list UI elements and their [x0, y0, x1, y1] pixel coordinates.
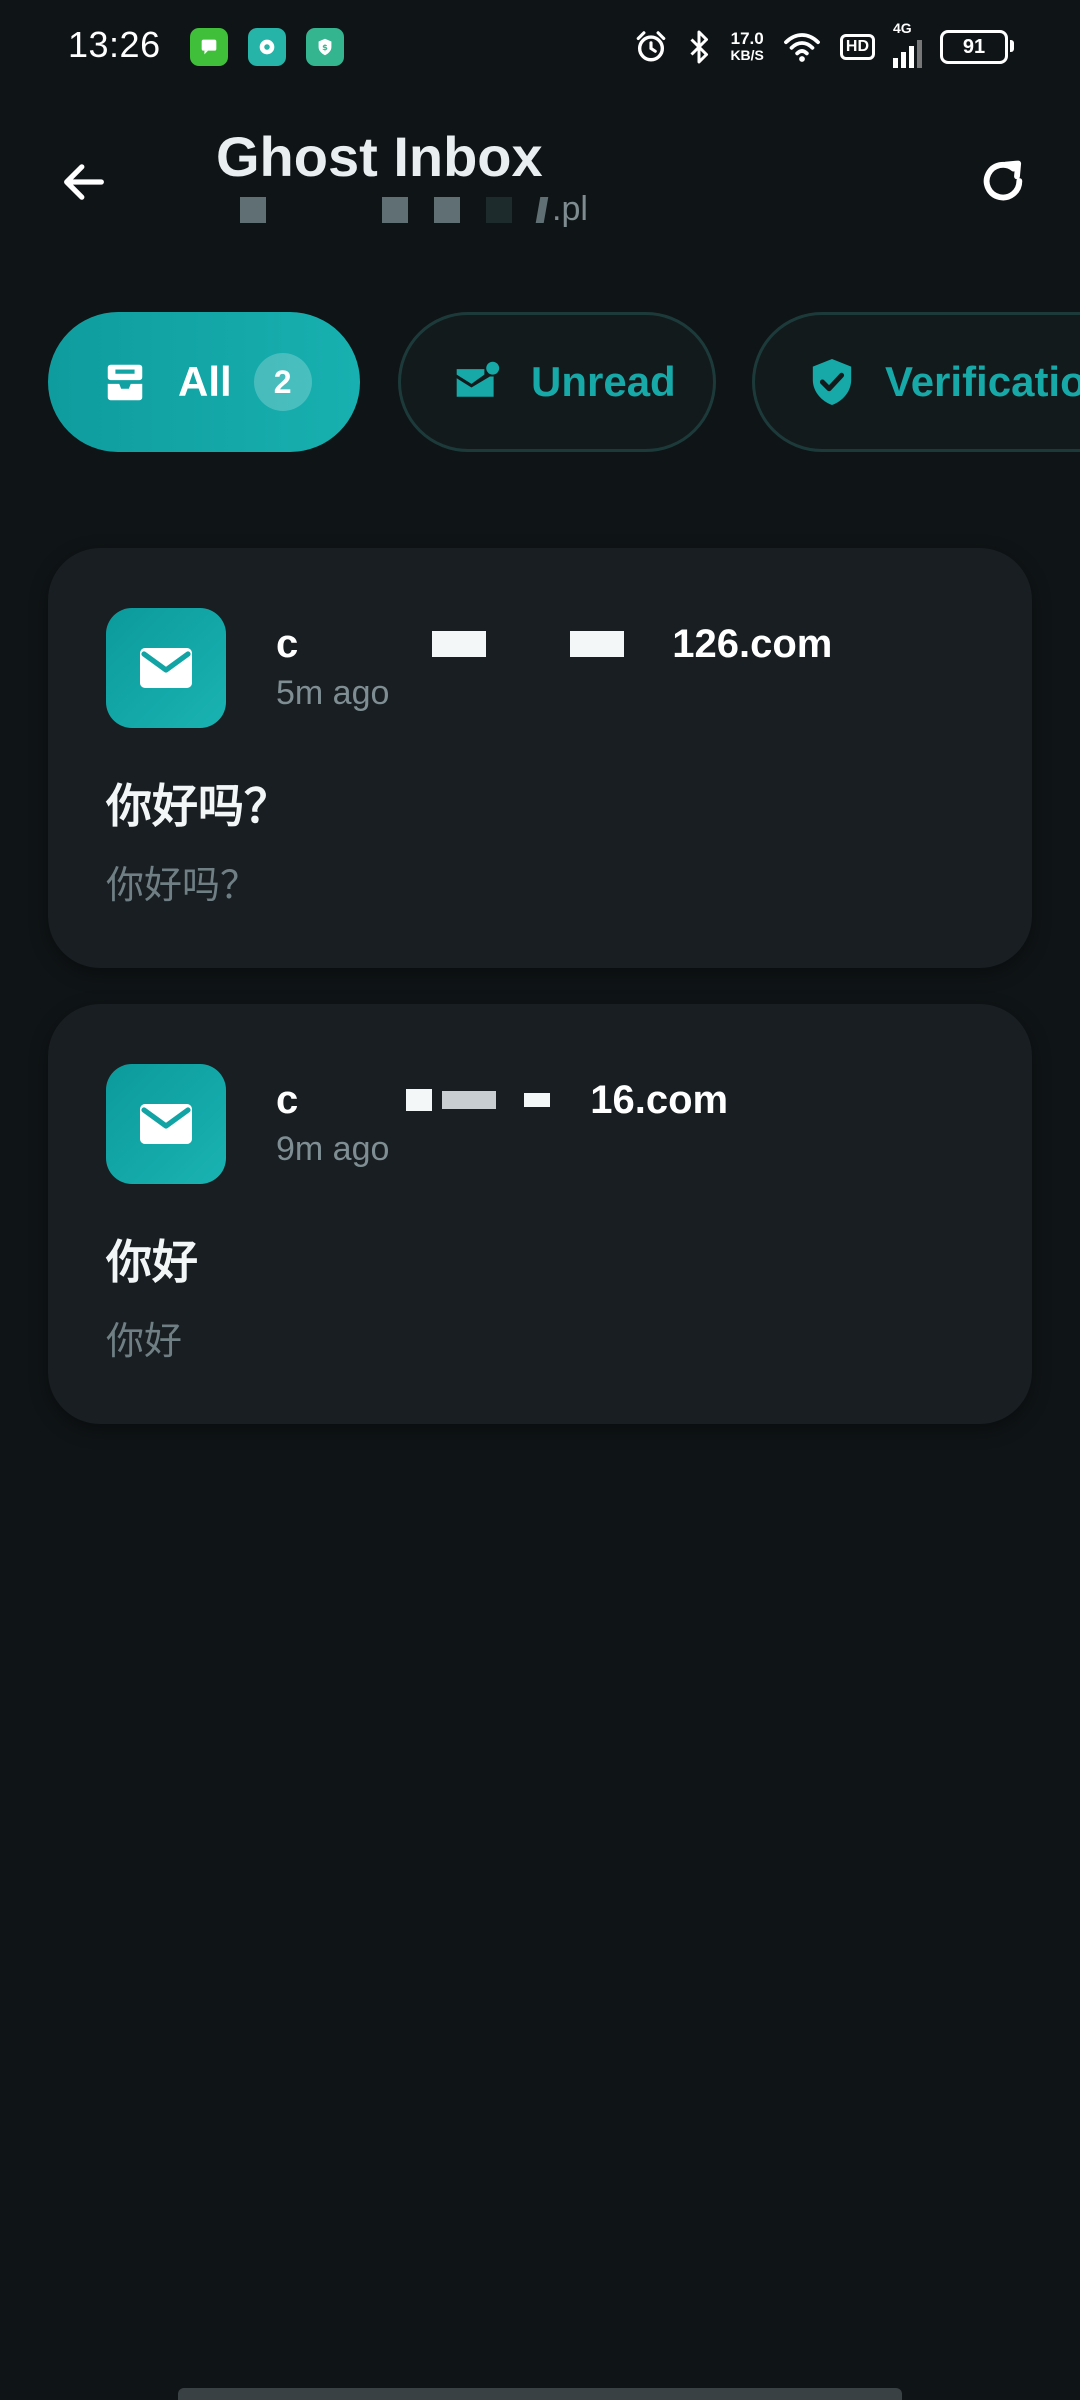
redaction-mark [486, 196, 512, 223]
email-time: 9m ago [276, 1130, 390, 1168]
cell-signal-indicator: 4G [893, 20, 922, 68]
filter-chip-unread-label: Unread [531, 358, 676, 405]
network-speed: 17.0 KB/S [730, 30, 763, 64]
screen: 13:26 $ 17.0 KB/S HD 4G 91 Ghost Inbox .… [0, 0, 1080, 2400]
inbox-tray-icon [107, 364, 143, 401]
filter-chip-all-count: 2 [253, 353, 312, 411]
network-speed-value: 17.0 [730, 29, 764, 48]
redaction-mark [570, 631, 625, 657]
redaction-mark [434, 196, 460, 223]
redaction-mark [524, 1093, 551, 1107]
refresh-button[interactable] [968, 146, 1038, 216]
email-subject: 你好 [106, 1236, 198, 1288]
mail-icon [140, 1104, 192, 1144]
email-sender-start: c [276, 1077, 299, 1122]
email-card[interactable]: c 16.com 9m ago 你好 你好 [48, 1004, 1032, 1424]
shield-check-icon [812, 359, 852, 405]
inbox-address-suffix: .pl [552, 190, 588, 228]
email-subject: 你好吗？ [106, 780, 290, 832]
signal-bar-2 [901, 52, 906, 68]
email-preview: 你好 [106, 1321, 183, 1363]
filter-chip-unread[interactable]: Unread [398, 312, 716, 452]
email-preview: 你好吗？ [106, 865, 259, 907]
messages-app-icon [190, 28, 228, 66]
arrow-left-icon [64, 164, 104, 200]
email-sender: c 16.com [276, 1074, 728, 1126]
security-app-icon: $ [306, 28, 344, 66]
email-sender: c 126.com [276, 618, 832, 670]
network-type: 4G [893, 20, 912, 36]
gesture-navigation-bar[interactable] [178, 2388, 902, 2400]
redaction-mark [535, 196, 549, 223]
svg-text:$: $ [322, 42, 328, 52]
redaction-mark [442, 1091, 497, 1109]
redaction-mark [382, 196, 408, 223]
redaction-mark [432, 631, 487, 657]
email-sender-start: c [276, 621, 299, 666]
bluetooth-icon [690, 30, 709, 64]
redaction-mark [240, 196, 266, 223]
wifi-icon [783, 33, 820, 62]
page-title: Ghost Inbox [216, 125, 543, 188]
email-avatar [106, 608, 226, 728]
refresh-icon [983, 160, 1023, 201]
email-avatar [106, 1064, 226, 1184]
mail-icon [140, 648, 192, 688]
email-sender-end: 16.com [590, 1077, 729, 1122]
network-speed-unit: KB/S [730, 47, 764, 63]
signal-bar-4 [917, 40, 922, 68]
filter-chips: All 2 Unread Verification [48, 312, 1080, 452]
signal-bar-1 [893, 58, 898, 68]
system-icons: 17.0 KB/S HD 4G 91 [634, 20, 1014, 68]
notification-icons: $ [190, 28, 344, 66]
battery-indicator: 91 [940, 30, 1014, 64]
filter-chip-all[interactable]: All 2 [48, 312, 360, 452]
email-card[interactable]: c 126.com 5m ago 你好吗？ 你好吗？ [48, 548, 1032, 968]
back-button[interactable] [52, 150, 116, 214]
alarm-icon [637, 31, 666, 62]
email-time: 5m ago [276, 674, 390, 712]
filter-chip-verification[interactable]: Verification [752, 312, 1080, 452]
filter-chip-all-label: All [178, 358, 232, 405]
mail-dot-icon [456, 361, 500, 397]
filter-chip-verification-label: Verification [885, 358, 1080, 405]
battery-level: 91 [962, 35, 986, 58]
redaction-mark [300, 629, 311, 659]
status-time: 13:26 [68, 24, 161, 65]
email-sender-end: 126.com [672, 621, 833, 666]
hd-badge: HD [839, 34, 875, 60]
inbox-address: .pl [240, 190, 588, 229]
chat-app-icon [248, 28, 286, 66]
redaction-mark [406, 1089, 433, 1111]
status-bar: 13:26 $ 17.0 KB/S HD 4G 91 [0, 0, 1080, 96]
signal-bar-3 [909, 46, 914, 68]
